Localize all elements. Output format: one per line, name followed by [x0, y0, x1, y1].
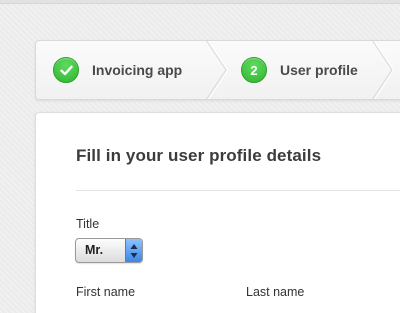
step-separator-chevron: [372, 41, 400, 99]
progress-stepper: Invoicing app 2 User profile: [35, 40, 400, 100]
step-invoicing-app[interactable]: Invoicing app: [53, 41, 182, 99]
title-label: Title: [76, 217, 100, 231]
form-heading: Fill in your user profile details: [76, 146, 322, 165]
select-updown-arrows-icon: [125, 239, 142, 262]
step-label: User profile: [280, 62, 358, 78]
step-number-badge: 2: [241, 57, 267, 83]
step-completed-badge: [53, 57, 79, 83]
profile-form-card: Fill in your user profile details Title …: [35, 112, 400, 313]
divider: [76, 190, 400, 191]
step-number: 2: [250, 62, 258, 78]
title-select[interactable]: Mr.: [75, 238, 143, 263]
last-name-label: Last name: [246, 285, 305, 299]
top-edge: [0, 0, 400, 4]
step-separator-chevron: [206, 41, 236, 99]
title-select-value: Mr.: [85, 243, 104, 257]
step-user-profile[interactable]: 2 User profile: [241, 41, 358, 99]
step-label: Invoicing app: [92, 62, 183, 78]
check-icon: [59, 65, 73, 76]
first-name-label: First name: [76, 285, 136, 299]
